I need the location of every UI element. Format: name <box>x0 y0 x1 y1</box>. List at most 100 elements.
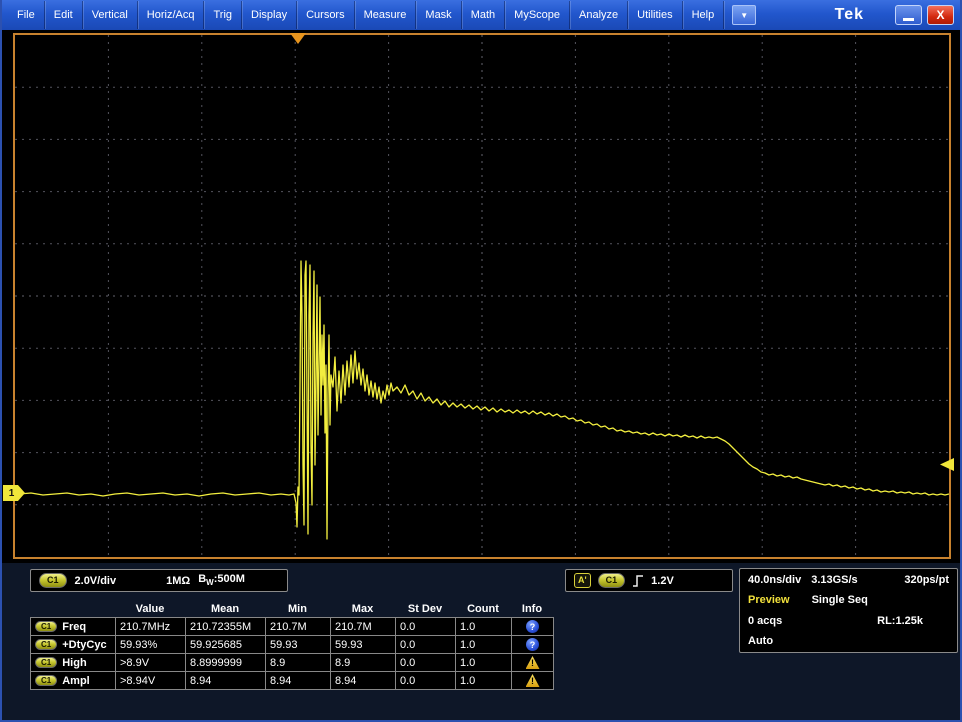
acquisition-mode: Single Seq <box>812 594 868 606</box>
trigger-a-badge: A' <box>574 573 591 588</box>
graticule-frame: 1 <box>13 33 951 559</box>
measurement-name-cell: C1 Ampl <box>31 672 116 690</box>
channel-readout[interactable]: C1 2.0V/div 1MΩ BW:500M <box>30 569 288 592</box>
record-length: RL:1.25k <box>877 615 949 627</box>
table-row: C1 Ampl >8.94V 8.94 8.94 8.94 0.0 1.0 ! <box>31 672 554 690</box>
table-row: C1 +DtyCyc 59.93% 59.925685 59.93 59.93 … <box>31 636 554 654</box>
measurement-name-cell: C1 High <box>31 654 116 672</box>
table-row: C1 High >8.9V 8.8999999 8.9 8.9 0.0 1.0 … <box>31 654 554 672</box>
menu-item-file[interactable]: File <box>8 1 45 29</box>
col-header-min: Min <box>265 603 330 615</box>
menu-item-measure[interactable]: Measure <box>355 1 417 29</box>
col-header-value: Value <box>115 603 185 615</box>
tek-logo: Tek <box>835 6 864 24</box>
measurement-name-cell: C1 Freq <box>31 618 116 636</box>
measurement-table: Value Mean Min Max St Dev Count Info C1 … <box>30 600 554 690</box>
channel-badge: C1 <box>35 675 57 687</box>
count-cell: 1.0 <box>456 618 512 636</box>
resolution-value: 320ps/pt <box>904 574 949 586</box>
question-icon[interactable]: ? <box>526 638 539 651</box>
sample-rate-value: 3.13GS/s <box>811 574 857 586</box>
trigger-level-value: 1.2V <box>651 575 674 587</box>
menu-item-vertical[interactable]: Vertical <box>83 1 138 29</box>
min-cell: 59.93 <box>266 636 331 654</box>
input-settings: 1MΩ BW:500M <box>166 573 245 587</box>
rising-edge-icon <box>632 574 644 588</box>
value-cell: >8.9V <box>116 654 186 672</box>
minimize-button[interactable] <box>895 5 922 25</box>
measurement-name: +DtyCyc <box>62 639 106 651</box>
trigger-source-badge[interactable]: C1 <box>598 573 626 588</box>
value-cell: >8.94V <box>116 672 186 690</box>
vertical-scale: 2.0V/div <box>75 575 117 587</box>
max-cell: 8.9 <box>331 654 396 672</box>
trigger-position-marker[interactable] <box>290 33 306 44</box>
menu-item-utilities[interactable]: Utilities <box>628 1 682 29</box>
close-button[interactable]: X <box>927 5 954 25</box>
mean-cell: 8.94 <box>186 672 266 690</box>
menu-item-edit[interactable]: Edit <box>45 1 83 29</box>
menu-item-trig[interactable]: Trig <box>204 1 242 29</box>
menu-item-math[interactable]: Math <box>462 1 505 29</box>
channel-badge: C1 <box>35 639 57 651</box>
measurement-name: High <box>62 657 86 669</box>
graticule-grid <box>15 35 949 557</box>
count-cell: 1.0 <box>456 672 512 690</box>
measurement-name: Ampl <box>62 675 90 687</box>
graticule-svg <box>15 35 949 557</box>
value-cell: 59.93% <box>116 636 186 654</box>
impedance-value: 1MΩ <box>166 575 190 587</box>
max-cell: 8.94 <box>331 672 396 690</box>
col-header-stdev: St Dev <box>395 603 455 615</box>
info-cell: ? <box>512 636 554 654</box>
info-cell: ! <box>512 672 554 690</box>
question-icon[interactable]: ? <box>526 620 539 633</box>
mean-cell: 8.8999999 <box>186 654 266 672</box>
stdev-cell: 0.0 <box>396 618 456 636</box>
info-cell: ? <box>512 618 554 636</box>
menu-item-cursors[interactable]: Cursors <box>297 1 355 29</box>
measurement-name-cell: C1 +DtyCyc <box>31 636 116 654</box>
stdev-cell: 0.0 <box>396 636 456 654</box>
min-cell: 8.94 <box>266 672 331 690</box>
close-icon: X <box>936 8 944 22</box>
measurement-name: Freq <box>62 621 86 633</box>
info-cell: ! <box>512 654 554 672</box>
stdev-cell: 0.0 <box>396 672 456 690</box>
timebase-value: 40.0ns/div <box>748 574 801 586</box>
menu-item-help[interactable]: Help <box>683 1 725 29</box>
min-cell: 210.7M <box>266 618 331 636</box>
value-cell: 210.7MHz <box>116 618 186 636</box>
menu-item-display[interactable]: Display <box>242 1 297 29</box>
menu-dropdown-button[interactable]: ▼ <box>732 5 756 25</box>
horizontal-readout[interactable]: 40.0ns/div 3.13GS/s 320ps/pt Preview Sin… <box>739 568 958 653</box>
channel-badge[interactable]: C1 <box>39 573 67 588</box>
col-header-count: Count <box>455 603 511 615</box>
menu-item-mask[interactable]: Mask <box>416 1 461 29</box>
preview-status: Preview <box>748 594 790 606</box>
menu-item-myscope[interactable]: MyScope <box>505 1 570 29</box>
acquisition-count: 0 acqs <box>748 615 782 627</box>
trigger-mode: Auto <box>748 635 773 647</box>
display-area: 1 <box>2 30 960 563</box>
count-cell: 1.0 <box>456 636 512 654</box>
trigger-readout[interactable]: A' C1 1.2V <box>565 569 733 592</box>
plot-area: 1 <box>15 35 949 557</box>
col-header-info: Info <box>511 603 553 615</box>
col-header-max: Max <box>330 603 395 615</box>
count-cell: 1.0 <box>456 654 512 672</box>
warning-icon[interactable]: ! <box>526 656 540 669</box>
bandwidth-label: BW:500M <box>198 573 245 587</box>
warning-icon[interactable]: ! <box>526 674 540 687</box>
channel-badge: C1 <box>35 621 57 633</box>
max-cell: 210.7M <box>331 618 396 636</box>
menu-item-analyze[interactable]: Analyze <box>570 1 628 29</box>
table-row: C1 Freq 210.7MHz 210.72355M 210.7M 210.7… <box>31 618 554 636</box>
col-header-mean: Mean <box>185 603 265 615</box>
channel-badge: C1 <box>35 657 57 669</box>
stdev-cell: 0.0 <box>396 654 456 672</box>
chevron-down-icon: ▼ <box>740 11 748 20</box>
menu-bar: File Edit Vertical Horiz/Acq Trig Displa… <box>2 0 960 30</box>
menu-item-horiz-acq[interactable]: Horiz/Acq <box>138 1 205 29</box>
oscilloscope-screen: File Edit Vertical Horiz/Acq Trig Displa… <box>0 0 962 722</box>
